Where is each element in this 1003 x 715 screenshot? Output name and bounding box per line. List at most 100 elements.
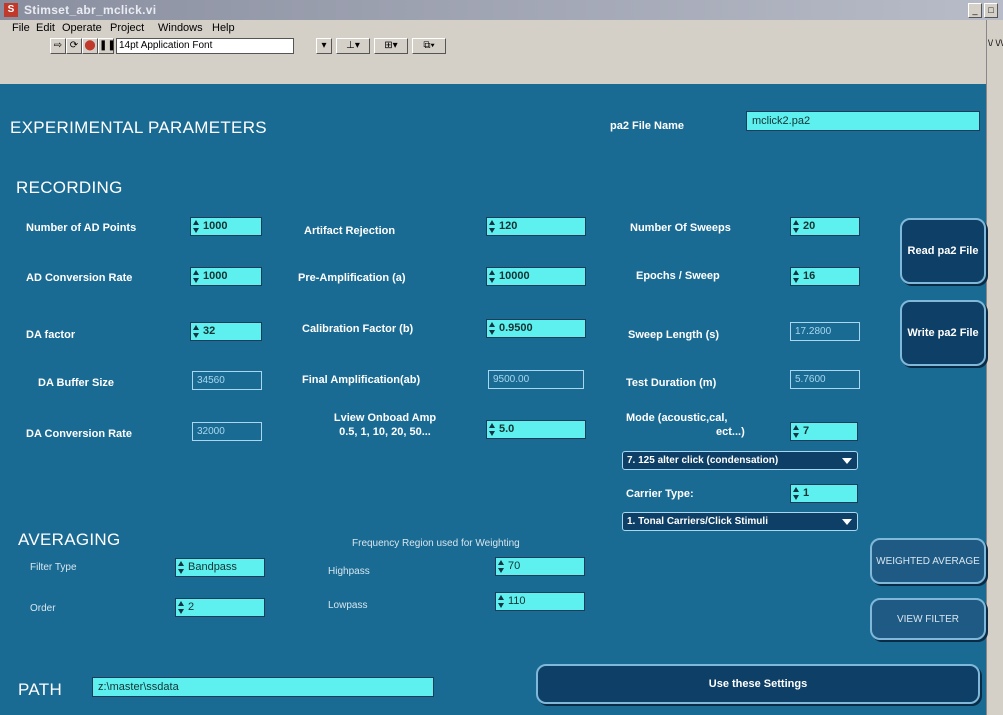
epochs-value: 16	[803, 270, 816, 282]
carrier-ring[interactable]: 1. Tonal Carriers/Click Stimuli	[622, 512, 858, 531]
test-duration-indicator: 5.7600	[790, 370, 860, 389]
spin-icon[interactable]	[489, 322, 495, 335]
spin-icon[interactable]	[793, 425, 799, 438]
sweep-length-label: Sweep Length (s)	[628, 329, 720, 341]
preamp-control[interactable]: 10000	[486, 267, 586, 286]
sweeps-control[interactable]: 20	[790, 217, 860, 236]
ad-rate-control[interactable]: 1000	[190, 267, 262, 286]
num-ad-points-control[interactable]: 1000	[190, 217, 262, 236]
calib-value: 0.9500	[499, 322, 533, 334]
panel-heading: EXPERIMENTAL PARAMETERS	[10, 118, 267, 137]
filter-type-label: Filter Type	[30, 562, 77, 573]
carrier-control[interactable]: 1	[790, 484, 858, 503]
ad-rate-label: AD Conversion Rate	[26, 272, 133, 284]
chevron-down-icon	[842, 519, 852, 525]
num-ad-points-label: Number of AD Points	[26, 222, 137, 234]
file-name-label: pa2 File Name	[610, 120, 684, 132]
icon-strip-text: \/ \/\	[988, 38, 1003, 48]
run-continuous-icon[interactable]: ⟳	[66, 38, 82, 54]
preamp-value: 10000	[499, 270, 530, 282]
write-pa2-button[interactable]: Write pa2 File	[900, 300, 986, 366]
align-objects-icon[interactable]: ⊥▾	[336, 38, 370, 54]
mode-ring-text: 7. 125 alter click (condensation)	[627, 455, 779, 466]
epochs-label: Epochs / Sweep	[636, 270, 720, 282]
lview-value: 5.0	[499, 423, 515, 435]
sweep-length-indicator: 17.2800	[790, 322, 860, 341]
spin-icon[interactable]	[193, 220, 199, 233]
lview-label-line1: Lview Onboad Amp	[333, 412, 437, 424]
chevron-down-icon	[842, 458, 852, 464]
font-select[interactable]: 14pt Application Font	[116, 38, 294, 54]
lview-control[interactable]: 5.0	[486, 420, 586, 439]
weighted-average-button[interactable]: WEIGHTED AVERAGE	[870, 538, 986, 584]
recording-heading: RECORDING	[16, 178, 123, 197]
order-control[interactable]: 2	[175, 598, 265, 617]
path-input[interactable]: z:\master\ssdata	[92, 677, 434, 697]
menu-project[interactable]: Project	[110, 22, 144, 34]
spin-icon[interactable]	[178, 601, 184, 614]
da-factor-control[interactable]: 32	[190, 322, 262, 341]
read-pa2-button[interactable]: Read pa2 File	[900, 218, 986, 284]
highpass-label: Highpass	[328, 566, 370, 577]
filter-type-value: Bandpass	[188, 561, 237, 573]
artifact-control[interactable]: 120	[486, 217, 586, 236]
mode-value: 7	[803, 425, 810, 437]
artifact-label: Artifact Rejection	[304, 225, 396, 237]
sweeps-value: 20	[803, 220, 816, 232]
view-filter-button[interactable]: VIEW FILTER	[870, 598, 986, 640]
menu-operate[interactable]: Operate	[62, 22, 102, 34]
preamp-label: Pre-Amplification (a)	[298, 272, 406, 284]
spin-icon[interactable]	[498, 560, 504, 573]
ad-rate-value: 1000	[203, 270, 228, 282]
font-dropdown-icon[interactable]: ▾	[316, 38, 332, 54]
reorder-icon[interactable]: ⧉▾	[412, 38, 446, 54]
use-settings-button[interactable]: Use these Settings	[536, 664, 980, 704]
filter-type-control[interactable]: Bandpass	[175, 558, 265, 577]
da-buffer-indicator: 34560	[192, 371, 262, 390]
menu-windows[interactable]: Windows	[158, 22, 203, 34]
spin-icon[interactable]	[489, 270, 495, 283]
final-amp-label: Final Amplification(ab)	[302, 374, 421, 386]
spin-icon[interactable]	[178, 561, 184, 574]
spin-icon[interactable]	[793, 270, 799, 283]
highpass-control[interactable]: 70	[495, 557, 585, 576]
spin-icon[interactable]	[489, 220, 495, 233]
lowpass-label: Lowpass	[328, 600, 368, 611]
labview-vi-icon: S	[4, 3, 18, 17]
spin-icon[interactable]	[489, 423, 495, 436]
run-arrow-icon[interactable]: ⇨	[50, 38, 66, 54]
lowpass-control[interactable]: 110	[495, 592, 585, 611]
menu-bar	[0, 20, 986, 34]
final-amp-indicator: 9500.00	[488, 370, 584, 389]
minimize-button[interactable]: _	[968, 3, 982, 18]
front-panel	[0, 84, 986, 715]
spin-icon[interactable]	[793, 487, 799, 500]
mode-ring[interactable]: 7. 125 alter click (condensation)	[622, 451, 858, 470]
mode-control[interactable]: 7	[790, 422, 858, 441]
pause-icon[interactable]: ❚❚	[98, 38, 116, 54]
artifact-value: 120	[499, 220, 518, 232]
lview-label-line2: 0.5, 1, 10, 20, 50...	[339, 426, 431, 438]
carrier-label: Carrier Type:	[626, 488, 694, 500]
spin-icon[interactable]	[793, 220, 799, 233]
lowpass-value: 110	[508, 595, 526, 607]
da-rate-label: DA Conversion Rate	[26, 428, 132, 440]
menu-edit[interactable]: Edit	[36, 22, 55, 34]
restore-button[interactable]: □	[984, 3, 998, 18]
abort-icon[interactable]: ⬤	[82, 38, 98, 54]
order-label: Order	[30, 603, 56, 614]
averaging-heading: AVERAGING	[18, 530, 121, 549]
spin-icon[interactable]	[498, 595, 504, 608]
file-name-input[interactable]: mclick2.pa2	[746, 111, 980, 131]
spin-icon[interactable]	[193, 325, 199, 338]
mode-label-line1: Mode (acoustic,cal,	[626, 412, 728, 424]
freq-region-label: Frequency Region used for Weighting	[352, 538, 520, 549]
calib-control[interactable]: 0.9500	[486, 319, 586, 338]
calib-label: Calibration Factor (b)	[302, 323, 414, 335]
menu-file[interactable]: File	[12, 22, 30, 34]
order-value: 2	[188, 601, 195, 613]
spin-icon[interactable]	[193, 270, 199, 283]
distribute-objects-icon[interactable]: ⊞▾	[374, 38, 408, 54]
epochs-control[interactable]: 16	[790, 267, 860, 286]
menu-help[interactable]: Help	[212, 22, 235, 34]
